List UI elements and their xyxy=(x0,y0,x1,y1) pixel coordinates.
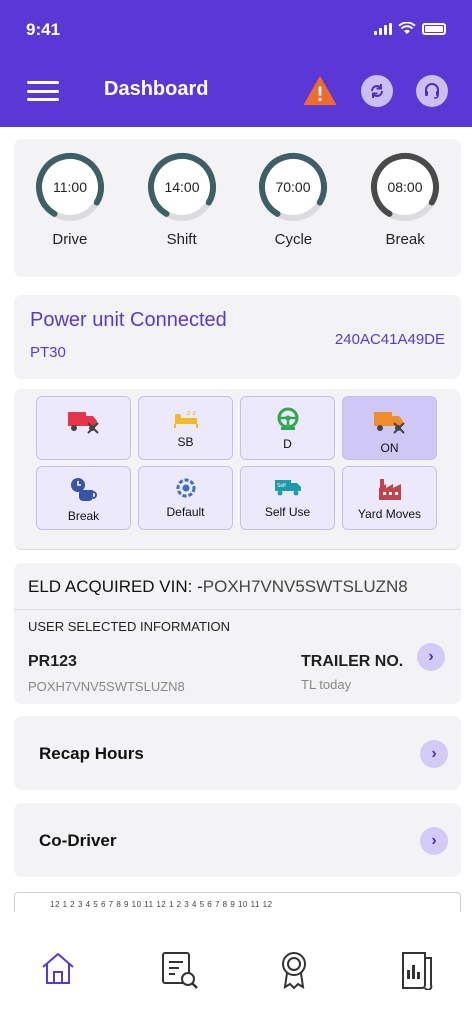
status-default-button[interactable]: Default xyxy=(138,466,233,530)
divider xyxy=(14,609,461,610)
on-duty-truck-icon xyxy=(373,412,405,434)
nav-logs-document-icon[interactable] xyxy=(397,950,437,991)
power-unit-vin: POXH7VNV5SWTSLUZN8 xyxy=(28,679,185,694)
power-unit-card[interactable]: Power unit Connected PT30 240AC41A49DE xyxy=(14,295,461,379)
sleeper-bed-icon: z z xyxy=(173,410,198,428)
gauge-cycle: 70:00 Cycle xyxy=(253,151,333,277)
status-label: ON xyxy=(380,441,399,455)
chevron-right-icon: › xyxy=(431,832,437,849)
recap-hours-row[interactable]: Recap Hours › xyxy=(14,716,461,790)
status-icons xyxy=(374,22,446,35)
yard-factory-icon xyxy=(378,479,401,500)
nav-home-icon[interactable] xyxy=(39,950,79,990)
status-label: Self Use xyxy=(264,505,311,519)
status-time: 9:41 xyxy=(26,20,61,39)
self-use-truck-icon: Self xyxy=(274,480,301,496)
wifi-icon xyxy=(398,22,416,34)
status-sleeper-button[interactable]: z z SB xyxy=(138,396,233,460)
gauge-shift: 14:00 Shift xyxy=(142,151,222,277)
status-break-button[interactable]: Break xyxy=(36,466,131,530)
sync-button[interactable] xyxy=(361,75,393,107)
gauge-label: Drive xyxy=(52,231,88,248)
recap-hours-arrow-button[interactable]: › xyxy=(420,740,448,768)
gauge-break: 08:00 Break xyxy=(365,151,445,277)
chevron-right-icon: › xyxy=(431,745,437,762)
cell-signal-icon xyxy=(374,22,392,35)
power-unit-number: PR123 xyxy=(28,653,77,670)
gauge-time: 08:00 xyxy=(388,179,423,195)
power-unit-status: Power unit Connected xyxy=(30,309,227,331)
battery-icon xyxy=(422,22,446,35)
eld-vin: ELD ACQUIRED VIN: -POXH7VNV5SWTSLUZN8 xyxy=(28,577,408,597)
gauge-time: 70:00 xyxy=(276,179,311,195)
gauge-time: 14:00 xyxy=(164,179,199,195)
power-unit-name: PT30 xyxy=(30,344,66,361)
trailer-label: TRAILER NO. xyxy=(301,653,404,670)
power-unit-id: 240AC41A49DE xyxy=(334,331,445,348)
trailer-value: TL today xyxy=(301,677,352,692)
user-selected-info-title: USER SELECTED INFORMATION xyxy=(28,619,231,634)
default-gear-icon xyxy=(176,478,195,498)
vin-card: ELD ACQUIRED VIN: -POXH7VNV5SWTSLUZN8 US… xyxy=(14,563,461,704)
status-label: Default xyxy=(166,505,205,519)
eld-vin-value: POXH7VNV5SWTSLUZN8 xyxy=(202,577,408,596)
log-graph[interactable]: 12 1 2 3 4 5 6 7 8 9 10 11 12 1 2 3 4 5 … xyxy=(14,892,461,912)
hours-gauges-card: 11:00 Drive 14:00 Shift 70:00 Cycle 08:0… xyxy=(14,139,461,277)
status-label: SB xyxy=(177,435,194,449)
graph-hour-ticks: 12 1 2 3 4 5 6 7 8 9 10 11 12 1 2 3 4 5 … xyxy=(50,900,273,909)
status-label: Break xyxy=(67,509,100,523)
warning-icon[interactable] xyxy=(304,75,336,107)
gauge-drive: 11:00 Drive xyxy=(30,151,110,277)
driving-steering-icon xyxy=(277,407,298,430)
svg-text:z z: z z xyxy=(187,410,196,417)
status-driving-button[interactable]: D xyxy=(240,396,335,460)
gauge-time: 11:00 xyxy=(53,179,87,195)
eld-vin-prefix: ELD ACQUIRED VIN: - xyxy=(28,577,203,596)
gauge-label: Break xyxy=(385,231,425,248)
user-info-arrow-button[interactable]: › xyxy=(417,643,445,671)
support-headset-icon xyxy=(425,83,439,99)
off-duty-truck-icon xyxy=(67,412,99,434)
bottom-nav xyxy=(0,940,472,1010)
svg-text:Self: Self xyxy=(277,483,286,489)
duty-status-card: z z SB D ON Break Default Self Self Use … xyxy=(14,389,461,550)
nav-award-badge-icon[interactable] xyxy=(277,950,317,990)
status-self-use-button[interactable]: Self Self Use xyxy=(240,466,335,530)
status-yard-moves-button[interactable]: Yard Moves xyxy=(342,466,437,530)
gauge-label: Shift xyxy=(166,231,197,248)
co-driver-row[interactable]: Co-Driver › xyxy=(14,803,461,877)
status-label: D xyxy=(283,437,292,451)
status-off-duty-button[interactable] xyxy=(36,396,131,460)
support-button[interactable] xyxy=(416,75,448,107)
menu-button[interactable] xyxy=(27,81,59,101)
co-driver-label: Co-Driver xyxy=(39,831,117,850)
app-header: 9:41 Dashboard xyxy=(0,0,472,127)
co-driver-arrow-button[interactable]: › xyxy=(420,827,448,855)
status-on-duty-button[interactable]: ON xyxy=(342,396,437,460)
gauge-label: Cycle xyxy=(274,231,313,248)
chevron-right-icon: › xyxy=(428,648,434,665)
sync-icon xyxy=(371,84,383,98)
coffee-break-icon xyxy=(70,478,97,501)
nav-inspection-report-icon[interactable] xyxy=(160,950,200,990)
page-title: Dashboard xyxy=(104,78,209,100)
status-label: Yard Moves xyxy=(357,507,422,521)
recap-hours-label: Recap Hours xyxy=(39,744,144,763)
